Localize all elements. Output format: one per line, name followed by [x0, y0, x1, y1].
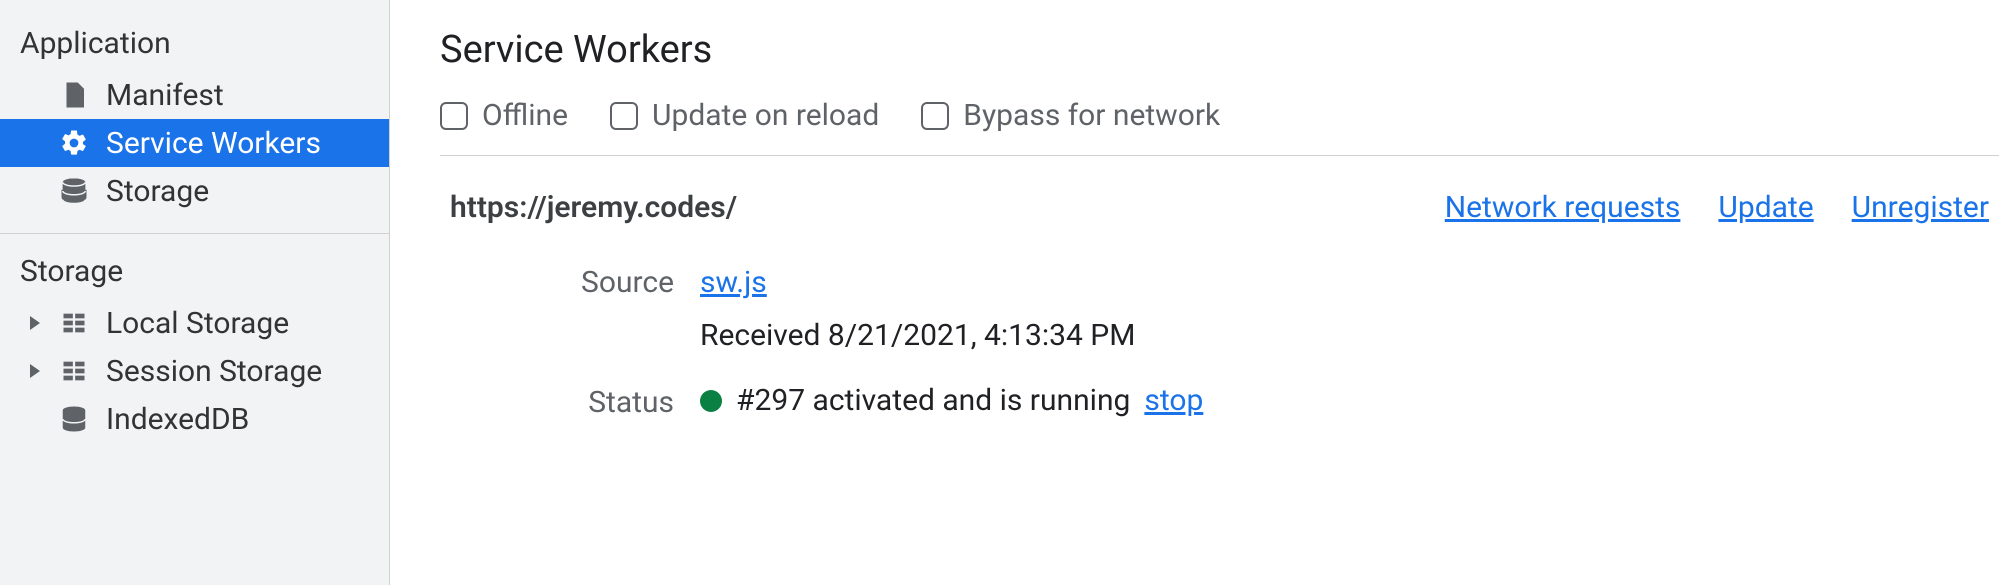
source-file-link[interactable]: sw.js — [700, 265, 767, 300]
unregister-link[interactable]: Unregister — [1852, 190, 1989, 225]
sidebar-divider — [0, 233, 389, 234]
sidebar-item-label: IndexedDB — [106, 402, 249, 437]
update-link[interactable]: Update — [1718, 190, 1813, 225]
sidebar-item-local-storage[interactable]: Local Storage — [0, 299, 389, 347]
origin-actions: Network requests Update Unregister — [1445, 190, 1989, 225]
grid-icon — [58, 307, 90, 339]
sidebar-item-manifest[interactable]: Manifest — [0, 71, 389, 119]
checkbox-label: Bypass for network — [963, 98, 1220, 133]
received-text: Received 8/21/2021, 4:13:34 PM — [700, 318, 1999, 353]
bypass-for-network-checkbox[interactable]: Bypass for network — [921, 98, 1220, 133]
options-row: Offline Update on reload Bypass for netw… — [440, 98, 1999, 156]
sidebar-item-session-storage[interactable]: Session Storage — [0, 347, 389, 395]
status-row: Status #297 activated and is running sto… — [440, 383, 1999, 420]
page-title: Service Workers — [440, 28, 1999, 72]
status-dot-icon — [700, 390, 722, 412]
checkbox-box-icon — [921, 102, 949, 130]
sidebar-item-label: Service Workers — [106, 126, 321, 161]
detail-grid: Source sw.js Received 8/21/2021, 4:13:34… — [440, 265, 1999, 420]
sidebar-section-application: Application — [0, 18, 389, 71]
checkbox-label: Offline — [482, 98, 568, 133]
offline-checkbox[interactable]: Offline — [440, 98, 568, 133]
checkbox-box-icon — [610, 102, 638, 130]
origin-url: https://jeremy.codes/ — [450, 190, 1445, 225]
sidebar-section-storage: Storage — [0, 246, 389, 299]
stop-link[interactable]: stop — [1144, 383, 1203, 418]
sidebar-item-label: Manifest — [106, 78, 224, 113]
gear-icon — [58, 127, 90, 159]
status-label: Status — [440, 385, 700, 420]
network-requests-link[interactable]: Network requests — [1445, 190, 1681, 225]
origin-header: https://jeremy.codes/ Network requests U… — [440, 156, 1999, 225]
source-row: Source sw.js — [440, 265, 1999, 300]
source-label: Source — [440, 265, 700, 300]
status-text: #297 activated and is running — [736, 383, 1130, 418]
main-panel: Service Workers Offline Update on reload… — [390, 0, 1999, 585]
sidebar-item-label: Local Storage — [106, 306, 289, 341]
database-icon — [58, 403, 90, 435]
sidebar-item-indexeddb[interactable]: IndexedDB — [0, 395, 389, 443]
sidebar: Application Manifest Service Workers Sto… — [0, 0, 390, 585]
database-icon — [58, 175, 90, 207]
sidebar-item-service-workers[interactable]: Service Workers — [0, 119, 389, 167]
document-icon — [58, 79, 90, 111]
checkbox-label: Update on reload — [652, 98, 879, 133]
grid-icon — [58, 355, 90, 387]
sidebar-item-storage[interactable]: Storage — [0, 167, 389, 215]
sidebar-item-label: Storage — [106, 174, 209, 209]
update-on-reload-checkbox[interactable]: Update on reload — [610, 98, 879, 133]
sidebar-item-label: Session Storage — [106, 354, 322, 389]
checkbox-box-icon — [440, 102, 468, 130]
